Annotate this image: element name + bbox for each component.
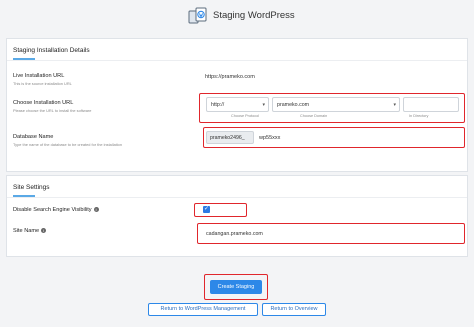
protocol-value: http:// — [211, 102, 225, 108]
database-name-hint: Type the name of the database to be crea… — [13, 142, 123, 147]
directory-caption: In Directory — [409, 114, 429, 118]
page-header: Staging WordPress — [0, 0, 474, 36]
staging-wordpress-icon — [188, 7, 207, 24]
page-title: Staging WordPress — [213, 10, 295, 21]
database-name-label: Database Name — [13, 134, 54, 140]
directory-input[interactable] — [403, 97, 459, 112]
search-visibility-label: Disable Search Engine Visibility i — [13, 207, 99, 213]
return-overview-button[interactable]: Return to Overview — [262, 303, 326, 316]
site-settings-panel: Site Settings Disable Search Engine Visi… — [6, 175, 468, 257]
create-staging-button[interactable]: Create Staging — [210, 280, 262, 294]
site-name-value: cadangan.prameko.com — [206, 231, 263, 237]
site-name-label: Site Name i — [13, 228, 47, 234]
database-name-input[interactable]: wp55xxx — [259, 135, 280, 141]
staging-installation-panel: Staging Installation Details Live Instal… — [6, 38, 468, 172]
info-icon: i — [93, 207, 99, 213]
search-visibility-highlight — [194, 203, 247, 217]
info-icon: i — [41, 228, 47, 234]
database-prefix: prameko2496_ — [206, 131, 254, 144]
protocol-select[interactable]: http:// ▾ — [206, 97, 269, 112]
domain-select[interactable]: prameko.com ▾ — [272, 97, 400, 112]
section-divider — [7, 197, 467, 198]
chevron-down-icon: ▾ — [262, 102, 265, 108]
section-divider — [7, 60, 467, 61]
domain-caption: Choose Domain — [300, 114, 328, 118]
section-title: Staging Installation Details — [13, 47, 90, 54]
section-title: Site Settings — [13, 184, 50, 191]
live-url-value: https://prameko.com — [205, 74, 255, 80]
chevron-down-icon: ▾ — [393, 102, 396, 108]
choose-url-label: Choose Installation URL — [13, 100, 74, 106]
live-url-hint: This is the source installation URL — [13, 81, 72, 86]
domain-value: prameko.com — [277, 102, 310, 108]
live-url-label: Live Installation URL — [13, 73, 65, 79]
site-name-input[interactable]: cadangan.prameko.com — [201, 226, 461, 241]
search-visibility-checkbox[interactable]: ✓ — [203, 206, 210, 213]
protocol-caption: Choose Protocol — [231, 114, 260, 118]
choose-url-hint: Please choose the URL to install the sof… — [13, 108, 92, 113]
return-wordpress-management-button[interactable]: Return to WordPress Management — [148, 303, 258, 316]
